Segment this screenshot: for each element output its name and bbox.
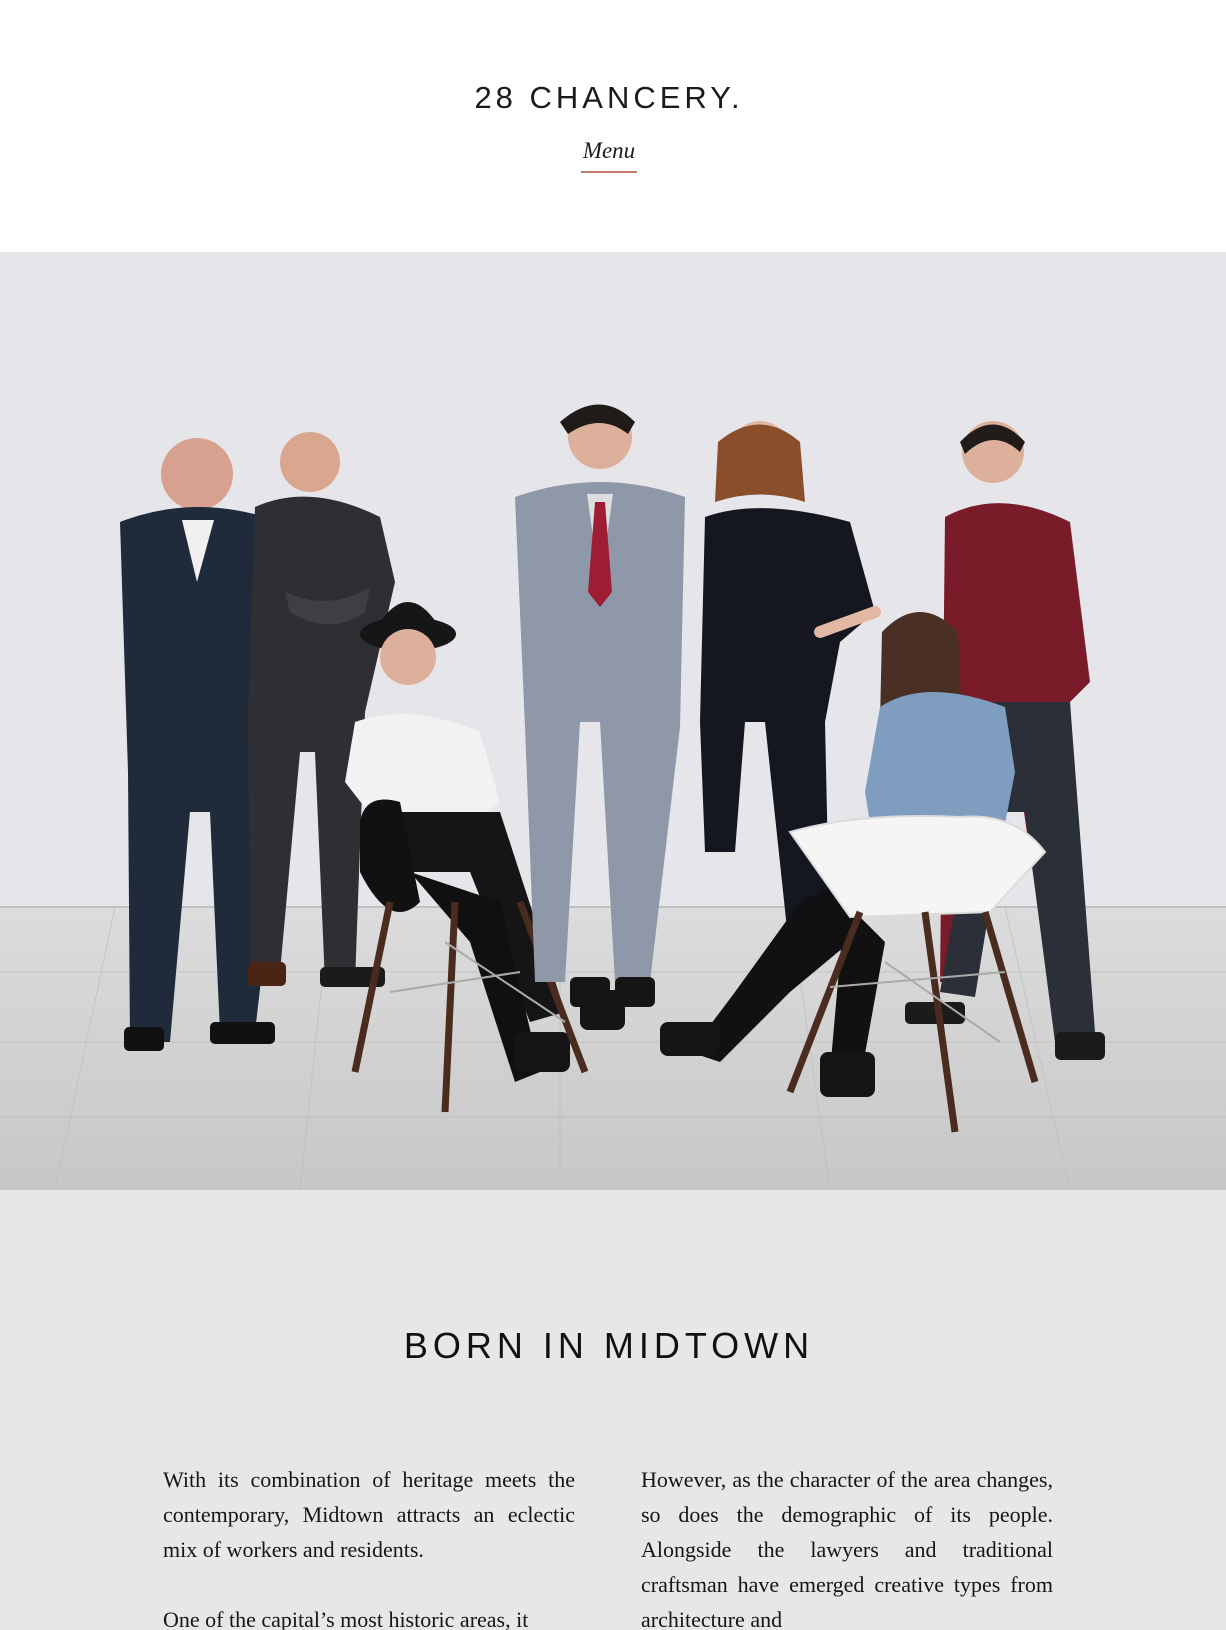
team-photo-illustration — [0, 252, 1226, 1190]
left-paragraph-2: One of the capital’s most historic areas… — [163, 1607, 529, 1630]
site-logo[interactable]: 28 CHANCERY. — [0, 80, 1218, 116]
section-title: BORN IN MIDTOWN — [403, 1324, 815, 1366]
menu-button[interactable]: Menu — [581, 138, 637, 174]
page: 28 CHANCERY. Menu BORN IN MIDTOWN With i… — [0, 0, 1226, 1630]
left-text-column: With its combination of heritage meets t… — [163, 1462, 575, 1630]
hero-photo — [0, 252, 1226, 1190]
born-in-midtown-section: BORN IN MIDTOWN With its combination of … — [0, 1190, 1226, 1630]
menu-underline — [581, 171, 637, 173]
right-paragraph-1: However, as the character of the area ch… — [641, 1467, 1053, 1630]
right-text-column: However, as the character of the area ch… — [641, 1462, 1053, 1630]
floor — [0, 907, 1226, 1190]
left-paragraph-1: With its combination of heritage meets t… — [163, 1467, 575, 1562]
site-header: 28 CHANCERY. Menu — [0, 0, 1226, 252]
